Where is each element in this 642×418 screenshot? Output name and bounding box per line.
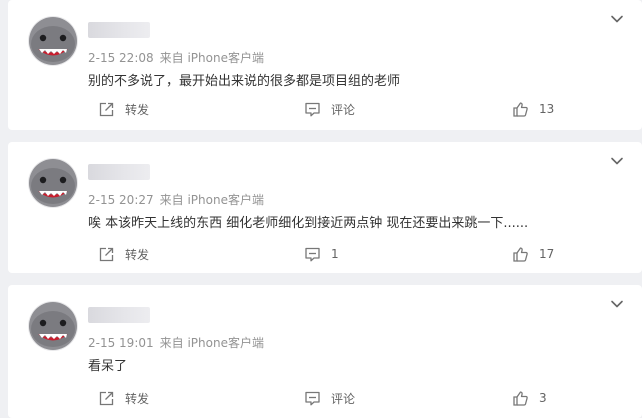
comment-feed: 2-15 22:08 来自 iPhone客户端 别的不多说了，最开始出来说的很多都… <box>0 0 642 418</box>
comment-time: 2-15 22:08 <box>88 51 154 65</box>
comment-text: 别的不多说了，最开始出来说的很多都是项目组的老师 <box>88 74 401 89</box>
comment-text: 唉 本该昨天上线的东西 细化老师细化到接近两点钟 现在还要出来跳一下...... <box>88 216 529 231</box>
comment-label: 评论 <box>331 391 356 406</box>
repost-icon <box>99 102 114 116</box>
comment-text: 看呆了 <box>88 359 128 374</box>
comment-actions: 转发 1 17 <box>8 243 642 265</box>
repost-button[interactable]: 转发 <box>98 387 149 409</box>
comment-meta: 2-15 19:01 来自 iPhone客户端 <box>88 334 264 351</box>
comment-card: 2-15 20:27 来自 iPhone客户端 唉 本该昨天上线的东西 细化老师细… <box>8 142 642 273</box>
thumbs-up-icon <box>513 101 528 117</box>
repost-icon <box>99 391 114 405</box>
comment-source: 来自 iPhone客户端 <box>159 336 264 350</box>
like-count: 3 <box>539 391 547 405</box>
repost-icon <box>99 247 114 261</box>
username-redacted <box>88 307 150 323</box>
like-button[interactable]: 3 <box>512 387 547 409</box>
comment-meta: 2-15 22:08 来自 iPhone客户端 <box>88 49 264 66</box>
shark-avatar-icon <box>28 301 78 351</box>
comment-icon <box>305 391 320 405</box>
avatar[interactable] <box>28 301 78 351</box>
comment-card: 2-15 22:08 来自 iPhone客户端 别的不多说了，最开始出来说的很多都… <box>8 0 642 130</box>
comment-source: 来自 iPhone客户端 <box>159 51 264 65</box>
chevron-down-icon[interactable] <box>610 154 624 168</box>
thumbs-up-icon <box>513 246 528 262</box>
comment-actions: 转发 评论 13 <box>8 98 642 120</box>
repost-label: 转发 <box>125 102 150 117</box>
like-count: 17 <box>539 247 555 261</box>
avatar[interactable] <box>28 158 78 208</box>
comment-label: 评论 <box>331 102 356 117</box>
comment-button[interactable]: 1 <box>304 243 339 265</box>
comment-source: 来自 iPhone客户端 <box>159 193 264 207</box>
chevron-down-icon[interactable] <box>610 12 624 26</box>
comment-icon <box>305 102 320 116</box>
comment-time: 2-15 20:27 <box>88 193 154 207</box>
like-count: 13 <box>539 102 555 116</box>
comment-count: 1 <box>331 247 339 261</box>
avatar[interactable] <box>28 16 78 66</box>
repost-label: 转发 <box>125 247 150 262</box>
comment-meta: 2-15 20:27 来自 iPhone客户端 <box>88 191 264 208</box>
comment-card: 2-15 19:01 来自 iPhone客户端 看呆了 转发 评论 3 <box>8 285 642 418</box>
like-button[interactable]: 13 <box>512 98 554 120</box>
comment-time: 2-15 19:01 <box>88 336 154 350</box>
shark-avatar-icon <box>28 158 78 208</box>
repost-button[interactable]: 转发 <box>98 98 149 120</box>
chevron-down-icon[interactable] <box>610 297 624 311</box>
comment-icon <box>305 247 320 261</box>
like-button[interactable]: 17 <box>512 243 554 265</box>
thumbs-up-icon <box>513 390 528 406</box>
comment-actions: 转发 评论 3 <box>8 387 642 409</box>
repost-button[interactable]: 转发 <box>98 243 149 265</box>
shark-avatar-icon <box>28 16 78 66</box>
repost-label: 转发 <box>125 391 150 406</box>
comment-button[interactable]: 评论 <box>304 98 355 120</box>
username-redacted <box>88 164 150 180</box>
comment-button[interactable]: 评论 <box>304 387 355 409</box>
username-redacted <box>88 22 150 38</box>
